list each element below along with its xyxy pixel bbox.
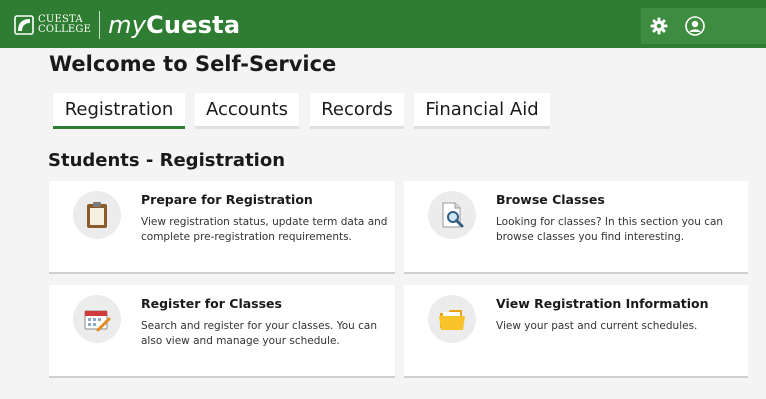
card-view-registration-information[interactable]: View Registration Information View your … <box>404 285 748 378</box>
tab-financial-aid[interactable]: Financial Aid <box>414 93 550 129</box>
section-title: Students - Registration <box>48 150 286 171</box>
college-name: CUESTA COLLEGE <box>38 15 91 35</box>
card-title: Register for Classes <box>141 296 282 311</box>
logo-divider <box>99 11 101 39</box>
card-title: View Registration Information <box>496 296 709 311</box>
card-icon-circle <box>73 295 121 343</box>
card-description: Search and register for your classes. Yo… <box>141 320 378 347</box>
top-bar: CUESTA COLLEGE myCuesta <box>0 0 766 48</box>
card-prepare-for-registration[interactable]: Prepare for Registration View registrati… <box>49 181 395 274</box>
search-document-icon <box>442 202 464 228</box>
card-icon-circle <box>428 295 476 343</box>
cuesta-college-logo[interactable]: CUESTA COLLEGE myCuesta <box>14 10 240 40</box>
card-description: View registration status, update term da… <box>141 216 388 243</box>
card-title: Browse Classes <box>496 192 605 207</box>
card-description: View your past and current schedules. <box>496 320 698 332</box>
page-title: Welcome to Self-Service <box>49 52 337 76</box>
tab-records[interactable]: Records <box>310 93 404 129</box>
brand-prefix: my <box>108 11 147 39</box>
college-name-line2: COLLEGE <box>38 24 92 35</box>
card-icon-circle <box>428 191 476 239</box>
tab-registration[interactable]: Registration <box>53 93 185 129</box>
card-register-for-classes[interactable]: Register for Classes Search and register… <box>49 285 395 378</box>
brand-name: Cuesta <box>146 11 241 39</box>
folder-icon <box>439 310 465 330</box>
cuesta-logo-mark-icon <box>14 15 34 35</box>
card-description: Looking for classes? In this section you… <box>496 216 724 243</box>
card-browse-classes[interactable]: Browse Classes Looking for classes? In t… <box>404 181 748 274</box>
tab-accounts[interactable]: Accounts <box>195 93 299 129</box>
calendar-pencil-icon <box>84 310 111 332</box>
header-tools <box>641 8 766 44</box>
card-title: Prepare for Registration <box>141 192 313 207</box>
user-profile-icon[interactable] <box>685 16 705 36</box>
brand-title: myCuesta <box>108 11 240 39</box>
gear-icon[interactable] <box>650 17 668 35</box>
clipboard-icon <box>87 202 107 228</box>
card-icon-circle <box>73 191 121 239</box>
